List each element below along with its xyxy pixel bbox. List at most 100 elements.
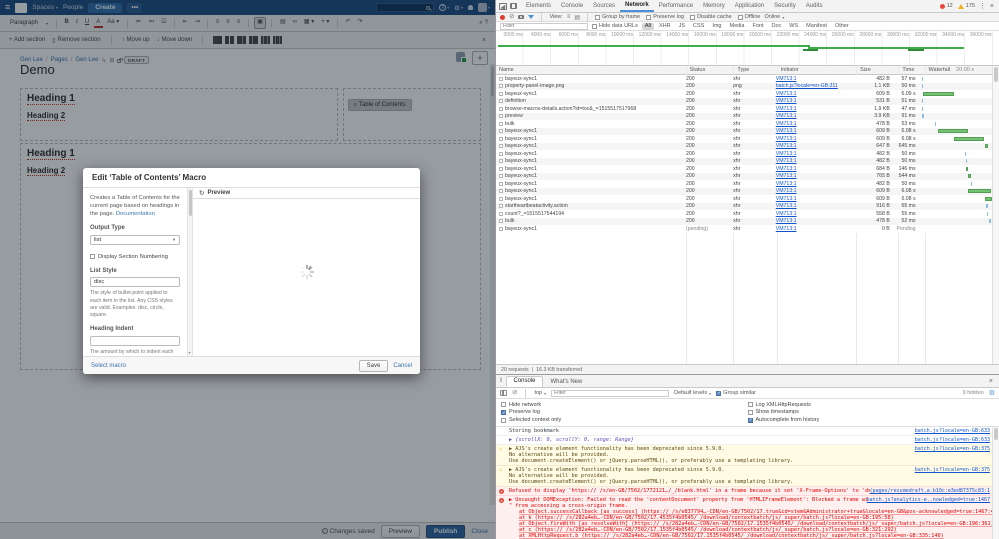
type-filter-all[interactable]: All (641, 22, 654, 30)
network-request-row[interactable]: browse-macros-details.action?id=toc&_=15… (496, 105, 992, 113)
save-button[interactable]: Save (358, 359, 389, 372)
initiator-link[interactable]: VM713:1 (776, 188, 797, 194)
initiator-link[interactable]: VM713:1 (776, 98, 797, 104)
hide-network-checkbox[interactable]: Hide network (501, 401, 748, 409)
network-request-row[interactable]: bayeux-sync1 (pending) xhr VM713:1 0 B Pendin… (496, 225, 992, 233)
message-source-link[interactable]: batch.js?locale=en-GB:375 (914, 446, 990, 452)
inspect-element-icon[interactable] (499, 2, 507, 10)
type-filter-font[interactable]: Font (749, 23, 766, 30)
screenshot-capture-icon[interactable] (518, 14, 525, 20)
log-xmlhttprequests-checkbox[interactable]: Log XMLHttpRequests (747, 401, 995, 409)
network-request-row[interactable]: bayeux-sync1 200 xhr VM713:1 609 B 6.08 s (496, 135, 992, 143)
record-icon[interactable] (500, 14, 505, 20)
network-filter-input[interactable] (500, 22, 588, 30)
show-timestamps-checkbox[interactable]: Show timestamps (747, 409, 995, 417)
documentation-link[interactable]: Documentation (116, 211, 155, 217)
network-request-row[interactable]: bayeux-sync1 200 xhr VM713:1 647 B 645 ms (496, 142, 992, 150)
autocomplete-from-history-checkbox[interactable]: Autocomplete from history (747, 416, 995, 424)
devtools-tab-sources[interactable]: Sources (588, 2, 620, 11)
selected-context-only-checkbox[interactable]: Selected context only (501, 416, 748, 424)
console-message-error[interactable]: × Refused to display 'https:// /s/en-GB/7… (496, 487, 999, 496)
initiator-link[interactable]: VM713:1 (776, 76, 797, 82)
clear-icon[interactable]: ⊘ (509, 13, 514, 21)
initiator-link[interactable]: VM713:1 (776, 121, 797, 127)
devtools-tab-performance[interactable]: Performance (654, 2, 698, 11)
select-macro-link[interactable]: Select macro (91, 363, 126, 369)
initiator-link[interactable]: VM713:1 (776, 143, 797, 149)
type-filter-img[interactable]: Img (709, 23, 724, 30)
large-rows-icon[interactable]: ▤ (574, 14, 580, 21)
message-source-link[interactable]: batch.js?analytics-e..nowledged=true:146… (866, 497, 990, 503)
network-request-row[interactable]: bayeux-sync1 200 xhr VM713:1 609 B 6.08 s (496, 187, 992, 195)
type-filter-xhr[interactable]: XHR (656, 23, 674, 30)
group-similar-checkbox[interactable]: Group similar (716, 390, 756, 396)
type-filter-media[interactable]: Media (726, 23, 747, 30)
devtools-tab-security[interactable]: Security (769, 2, 801, 11)
section-numbering-checkbox[interactable]: Display Section Numbering (90, 253, 180, 261)
message-source-link[interactable]: batch.js?locale=en-GB:633 (915, 437, 990, 443)
network-request-row[interactable]: bayeux-sync1 200 xhr VM713:1 765 B 544 ms (496, 172, 992, 180)
type-filter-css[interactable]: CSS (690, 23, 707, 30)
group-by-frame-checkbox[interactable]: Group by frame (595, 14, 640, 20)
type-filter-doc[interactable]: Doc (768, 23, 784, 30)
log-levels-select[interactable]: Default levels ▾ (674, 390, 711, 396)
console-message-log[interactable]: Storing bookmark batch.js?locale=en-GB:63… (496, 427, 999, 436)
drawer-tab-what-s-new[interactable]: What's New (545, 378, 589, 387)
initiator-link[interactable]: VM713:1 (776, 226, 797, 232)
initiator-link[interactable]: VM713:1 (776, 166, 797, 172)
devtools-menu-icon[interactable]: ⋮ (979, 2, 986, 10)
column-header-size[interactable]: Size (856, 66, 898, 74)
network-overview[interactable]: 2000 ms 4000 ms 6000 ms 8000 ms 10000 ms 1200… (496, 31, 999, 66)
network-request-row[interactable]: startheartbeatactivity.action 200 xhr VM713… (496, 202, 992, 210)
network-request-row[interactable]: bayeux-sync1 200 xhr VM713:1 482 B 50 ms (496, 157, 992, 165)
list-view-icon[interactable]: ≡ (567, 14, 571, 20)
clear-console-icon[interactable]: ⊘ (512, 389, 517, 397)
network-request-row[interactable]: bayeux-sync1 200 xhr VM713:1 609 B 6.09 s (496, 90, 992, 98)
devtools-close-icon[interactable]: × (990, 3, 994, 10)
network-request-row[interactable]: bayeux-sync1 200 xhr VM713:1 482 B 50 ms (496, 180, 992, 188)
message-source-link[interactable]: (pages/resumedraft.a.b10c:e3ed87375c83:1 (869, 488, 990, 494)
offline-checkbox[interactable]: Offline (737, 14, 760, 20)
type-filter-ws[interactable]: WS (786, 23, 801, 30)
initiator-link[interactable]: VM713:1 (776, 106, 797, 112)
initiator-link[interactable]: VM713:1 (776, 173, 797, 179)
initiator-link[interactable]: VM713:1 (776, 181, 797, 187)
preserve-log-checkbox[interactable]: Preserve log (501, 409, 748, 417)
initiator-link[interactable]: VM713:1 (776, 218, 797, 224)
filter-funnel-icon[interactable] (528, 15, 535, 19)
message-source-link[interactable]: batch.js?locale=en-GB:633 (915, 428, 990, 434)
console-message-error[interactable]: × ▶ Uncaught DOMException: Failed to read… (496, 496, 999, 539)
network-request-row[interactable]: preview 200 xhr VM713:1 3.9 KB 91 ms (496, 112, 992, 120)
console-message-warn[interactable]: ⚠ ▶ AJS's create element functionality ha… (496, 445, 999, 466)
devtools-tab-application[interactable]: Application (730, 2, 769, 11)
type-filter-manifest[interactable]: Manifest (803, 23, 830, 30)
initiator-link[interactable]: VM713:1 (776, 128, 797, 134)
disable-cache-checkbox[interactable]: Disable cache (690, 14, 732, 20)
console-sidebar-icon[interactable] (500, 390, 507, 396)
initiator-link[interactable]: VM713:1 (776, 113, 797, 119)
drawer-handle-icon[interactable]: ‖ (500, 378, 502, 384)
heading-indent-input[interactable] (90, 335, 180, 346)
column-header-name[interactable]: Name (496, 66, 686, 74)
type-filter-js[interactable]: JS (676, 23, 688, 30)
hide-data-urls-checkbox[interactable]: Hide data URLs (592, 23, 638, 29)
console-filter-input[interactable] (551, 389, 670, 397)
drawer-tab-console[interactable]: Console (506, 375, 543, 387)
initiator-link[interactable]: VM713:1 (776, 211, 797, 217)
online-select[interactable]: Online ▾ (764, 14, 784, 20)
devtools-tab-elements[interactable]: Elements (521, 2, 556, 11)
devtools-tab-console[interactable]: Console (556, 2, 588, 11)
execution-context-select[interactable]: top ▾ (534, 390, 546, 396)
devtools-tab-audits[interactable]: Audits (801, 2, 828, 11)
network-request-row[interactable]: count?_=1515517544194 200 xhr VM713:1 558 B 5… (496, 210, 992, 218)
console-message-obj[interactable]: ▶ {scrollX: 0, scrollY: 0, range: Range}… (496, 436, 999, 445)
network-request-row[interactable]: definition 200 xhr VM713:1 531 B 51 ms (496, 97, 992, 105)
initiator-link[interactable]: VM713:1 (776, 158, 797, 164)
network-request-row[interactable]: bulk 200 xhr VM713:1 478 B 53 ms (496, 120, 992, 128)
network-request-row[interactable]: bayeux-sync1 200 xhr VM713:1 609 B 6.08 s (496, 127, 992, 135)
devtools-tab-memory[interactable]: Memory (698, 2, 730, 11)
initiator-link[interactable]: VM713:1 (776, 136, 797, 142)
column-header-time[interactable]: Time (898, 66, 924, 74)
type-filter-other[interactable]: Other (832, 23, 852, 30)
console-settings-gear-icon[interactable]: ⚙ (989, 389, 995, 397)
